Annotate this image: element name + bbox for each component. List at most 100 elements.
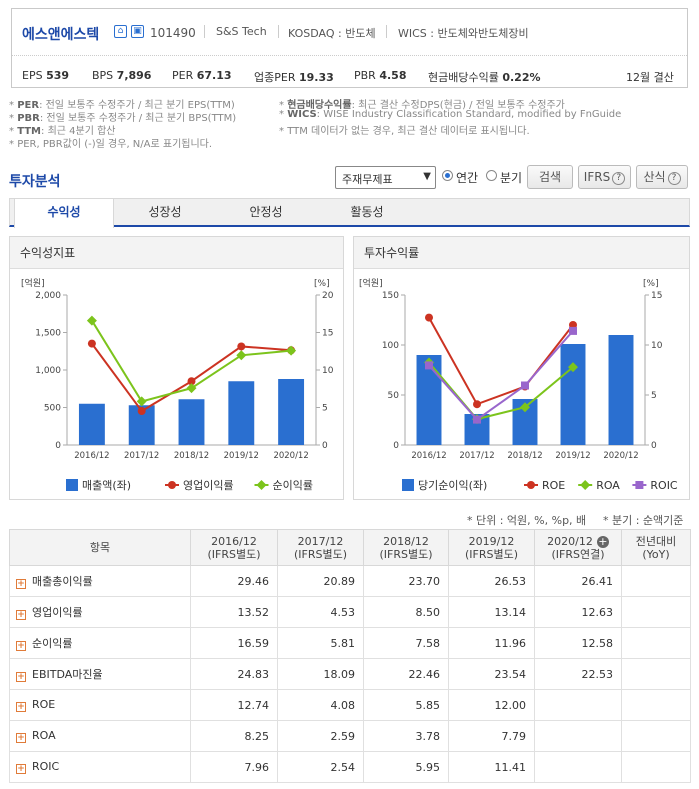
bar [178, 399, 205, 445]
divider [386, 25, 387, 38]
legend-label: ROIC [650, 479, 678, 492]
expand-icon[interactable]: + [16, 733, 26, 743]
expand-icon[interactable]: + [16, 764, 26, 774]
return-chart-panel: 투자수익률 [억원] [%] 0 50 100 150 0 5 10 15 2016/12 2017/… [353, 236, 690, 500]
row-label-text: 매출총이익률 [32, 575, 93, 588]
table-cell: 22.53 [534, 658, 622, 690]
table-cell: 24.83 [190, 658, 278, 690]
tab-stability[interactable]: 안정성 [216, 199, 316, 226]
company-name[interactable]: 에스앤에스텍 [22, 24, 99, 44]
column-header: 2020/12 + (IFRS연결) [534, 529, 622, 566]
series-line [428, 330, 574, 421]
table-cell [621, 751, 691, 783]
help-icon: ? [667, 172, 681, 185]
data-point [569, 326, 577, 335]
right-tick-label: 20 [322, 291, 334, 301]
table-cell: 12.63 [534, 596, 622, 628]
table-header-row: 항목 2016/12 (IFRS별도) 2017/12 (IFRS별도) 2018/… [9, 529, 691, 566]
tab-activity[interactable]: 활동성 [317, 199, 417, 226]
building-icon[interactable]: ▣ [131, 25, 144, 38]
table-cell: 18.09 [277, 658, 364, 690]
add-column-icon[interactable]: + [596, 535, 609, 548]
legend-label: 매출액(좌) [82, 479, 131, 492]
right-tick-label: 15 [322, 329, 333, 339]
legend-swatch [402, 479, 414, 491]
left-axis-unit: [억원] [359, 277, 383, 289]
legend-marker [256, 480, 267, 490]
x-tick-label: 2016/12 [74, 451, 109, 461]
metric-eps: EPS 539 [22, 69, 70, 82]
x-tick-label: 2017/12 [124, 451, 159, 461]
legend-label: ROE [542, 479, 565, 492]
table-cell [534, 751, 622, 783]
table-cell: 13.14 [448, 596, 535, 628]
metric-sector-per: 업종PER 19.33 [254, 71, 334, 84]
ifrs-button[interactable]: IFRS? [578, 165, 631, 189]
left-tick-label: 2,000 [35, 291, 61, 301]
left-tick-label: 500 [44, 404, 61, 414]
right-axis-unit: [%] [314, 279, 330, 289]
right-tick-label: 0 [651, 441, 657, 451]
column-header: 2016/12 (IFRS별도) [190, 529, 278, 566]
row-label[interactable]: + 순이익률 [9, 627, 191, 659]
data-point [86, 315, 97, 326]
tab-growth[interactable]: 성장성 [115, 199, 215, 226]
expand-icon[interactable]: + [16, 610, 26, 620]
table-cell: 8.50 [363, 596, 449, 628]
table-cell: 5.81 [277, 627, 364, 659]
profitability-chart-panel: 수익성지표 [억원] [%] 0 500 1,000 1,500 2,000 0 5 10 15 20… [9, 236, 344, 500]
table-cell: 29.46 [190, 565, 278, 597]
radio-quarter[interactable] [486, 170, 497, 181]
data-point [286, 345, 297, 356]
home-icon[interactable]: ⌂ [114, 25, 127, 38]
company-title-row: 에스앤에스텍 ⌂ ▣ 101490 S&S Tech KOSDAQ : 반도체 … [12, 9, 687, 56]
settlement-month: 12월 결산 [626, 71, 674, 84]
table-row: + ROIC 7.96 2.54 5.95 11.41 [9, 751, 691, 783]
column-header: 2017/12 (IFRS별도) [277, 529, 364, 566]
row-label[interactable]: + ROA [9, 720, 191, 752]
row-label[interactable]: + ROE [9, 689, 191, 721]
tab-profitability[interactable]: 수익성 [14, 198, 114, 228]
data-point [473, 415, 481, 424]
divider [204, 25, 205, 38]
radio-annual[interactable] [442, 170, 453, 181]
profitability-chart: [억원] [%] 0 500 1,000 1,500 2,000 0 5 10 15 20 2016/1… [21, 277, 334, 492]
left-tick-label: 150 [382, 291, 399, 301]
radio-annual-label[interactable]: 연간 [456, 169, 478, 186]
metric-per: PER 67.13 [172, 69, 232, 82]
row-label[interactable]: + EBITDA마진율 [9, 658, 191, 690]
table-cell: 5.95 [363, 751, 449, 783]
left-tick-label: 0 [55, 441, 61, 451]
table-row: + EBITDA마진율 24.83 18.09 22.46 23.54 22.53 [9, 658, 691, 690]
market-label: KOSDAQ : 반도체 [288, 27, 376, 40]
row-label[interactable]: + 영업이익률 [9, 596, 191, 628]
statement-select-value: 주재무제표 [342, 173, 393, 186]
table-cell: 22.46 [363, 658, 449, 690]
search-button[interactable]: 검색 [527, 165, 573, 189]
row-label-text: EBITDA마진율 [32, 668, 103, 681]
legend-label: 순이익률 [273, 479, 313, 492]
table-cell: 26.41 [534, 565, 622, 597]
analysis-tabs: 수익성 성장성 안정성 활동성 [9, 198, 690, 228]
formula-button[interactable]: 산식? [636, 165, 688, 189]
table-row: + ROA 8.25 2.59 3.78 7.79 [9, 720, 691, 752]
table-cell [534, 689, 622, 721]
row-label[interactable]: + ROIC [9, 751, 191, 783]
data-point [137, 407, 146, 416]
statement-select[interactable]: 주재무제표 ▼ [335, 166, 436, 189]
legend-label: 당기순이익(좌) [418, 479, 487, 492]
expand-icon[interactable]: + [16, 672, 26, 682]
table-cell: 23.54 [448, 658, 535, 690]
expand-icon[interactable]: + [16, 579, 26, 589]
expand-icon[interactable]: + [16, 702, 26, 712]
table-cell: 2.59 [277, 720, 364, 752]
legend-label: ROA [596, 479, 620, 492]
expand-icon[interactable]: + [16, 641, 26, 651]
stock-code: 101490 [150, 26, 196, 40]
table-cell [621, 596, 691, 628]
left-tick-label: 0 [393, 441, 399, 451]
radio-quarter-label[interactable]: 분기 [500, 169, 522, 186]
quarter-note: * 분기 : 순액기준 [603, 514, 684, 527]
row-label[interactable]: + 매출총이익률 [9, 565, 191, 597]
x-tick-label: 2019/12 [555, 451, 590, 461]
